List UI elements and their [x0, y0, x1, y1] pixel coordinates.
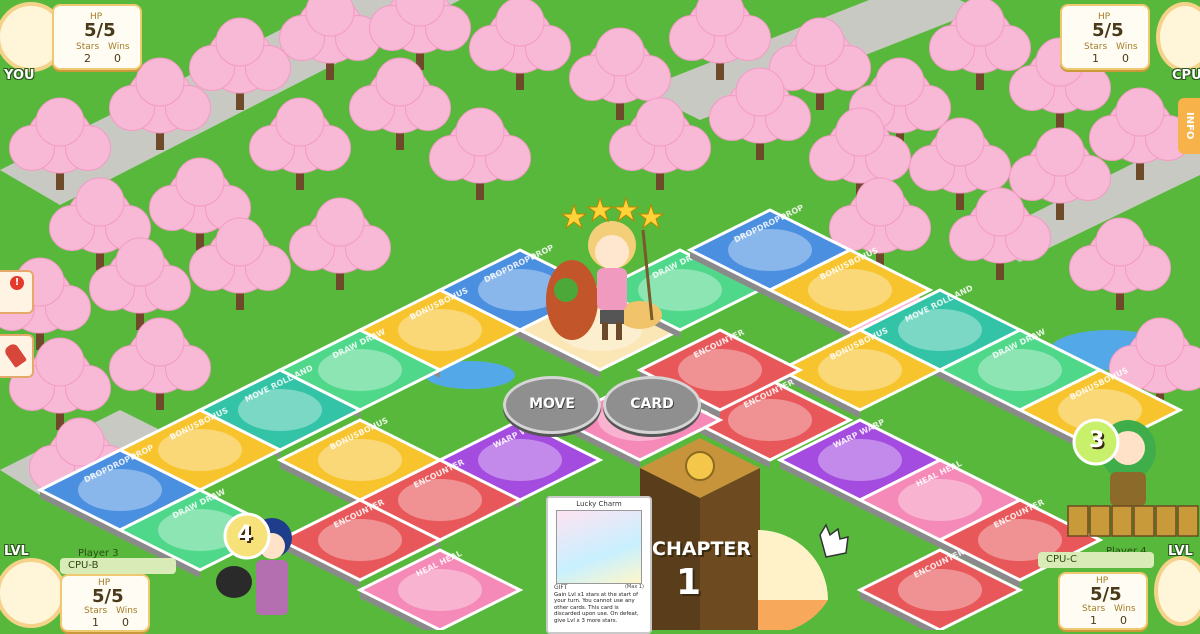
face-down-card — [1090, 506, 1110, 536]
player-3-panel: Player 3 CPU-B LVL HP 5/5 Stars Wins 1 0 — [0, 548, 180, 628]
face-down-card — [1178, 506, 1198, 536]
face-down-card — [1156, 506, 1176, 536]
player-4-tag: LVL — [1168, 544, 1193, 559]
player-3-name: CPU-B — [60, 558, 176, 574]
stars-label: Stars — [1082, 604, 1105, 614]
player-2-stats: HP 5/5 Stars Wins 1 0 — [1060, 4, 1150, 70]
player-1-tag: YOU — [4, 68, 35, 83]
move-button[interactable]: MOVE — [503, 376, 601, 434]
stars-label: Stars — [1084, 42, 1107, 52]
player-4-name: CPU-C — [1038, 552, 1154, 568]
wins-value: 0 — [114, 52, 121, 65]
chapter-number: 1 — [676, 562, 701, 603]
wins-label: Wins — [1116, 42, 1138, 52]
hp-value: 5/5 — [1092, 20, 1124, 41]
rocket-icon — [3, 342, 27, 368]
lvl-badge-p3-text: 4 — [237, 522, 252, 547]
wins-value: 0 — [1122, 52, 1129, 65]
card-type: GIFT — [554, 584, 567, 591]
card-description: Gain Lvl x1 stars at the start of your t… — [554, 592, 644, 624]
lvl-badge-p4-text: 3 — [1089, 428, 1104, 453]
stars-value: 2 — [84, 52, 91, 65]
stars-label: Stars — [76, 42, 99, 52]
player-2-tag: CPU — [1172, 68, 1200, 83]
chapter-word: CHAPTER — [652, 538, 751, 560]
card-level: (Max 1) — [625, 584, 644, 590]
stars-value: 1 — [92, 616, 99, 629]
wins-value: 0 — [122, 616, 129, 629]
wins-label: Wins — [1114, 604, 1136, 614]
player-3-avatar — [0, 558, 66, 628]
player-4-panel: Player 4 CPU-C HP 5/5 Stars Wins 1 0 LVL — [1030, 540, 1200, 620]
player-1-panel: YOU HP 5/5 Stars Wins 2 0 — [0, 0, 180, 80]
stars-label: Stars — [84, 606, 107, 616]
face-down-card — [1112, 506, 1132, 536]
event-alert-button[interactable]: ! — [0, 270, 34, 314]
hp-value: 5/5 — [84, 20, 116, 41]
hp-value: 5/5 — [92, 586, 124, 607]
hand-card-lucky-charm[interactable]: Lucky Charm GIFT (Max 1) Gain Lvl x1 sta… — [546, 496, 652, 634]
item-rocket-button[interactable] — [0, 334, 34, 378]
alert-icon: ! — [10, 276, 24, 290]
info-tab[interactable]: INFO — [1178, 98, 1200, 154]
player-3-tag: LVL — [4, 544, 29, 559]
wins-value: 0 — [1120, 614, 1127, 627]
player-2-panel: HP 5/5 Stars Wins 1 0 CPU — [1060, 0, 1200, 80]
card-art — [556, 510, 642, 584]
face-down-card — [1068, 506, 1088, 536]
player-3-stats: HP 5/5 Stars Wins 1 0 — [60, 574, 150, 632]
wins-label: Wins — [108, 42, 130, 52]
player-1-stats: HP 5/5 Stars Wins 2 0 — [52, 4, 142, 70]
stars-value: 1 — [1090, 614, 1097, 627]
card-button[interactable]: CARD — [603, 376, 701, 434]
face-down-card — [1134, 506, 1154, 536]
hp-value: 5/5 — [1090, 584, 1122, 605]
player-2-avatar — [1156, 2, 1200, 72]
card-title: Lucky Charm — [548, 500, 650, 508]
wins-label: Wins — [116, 606, 138, 616]
stars-value: 1 — [1092, 52, 1099, 65]
player-4-avatar — [1154, 556, 1200, 626]
player-4-stats: HP 5/5 Stars Wins 1 0 — [1058, 572, 1148, 630]
